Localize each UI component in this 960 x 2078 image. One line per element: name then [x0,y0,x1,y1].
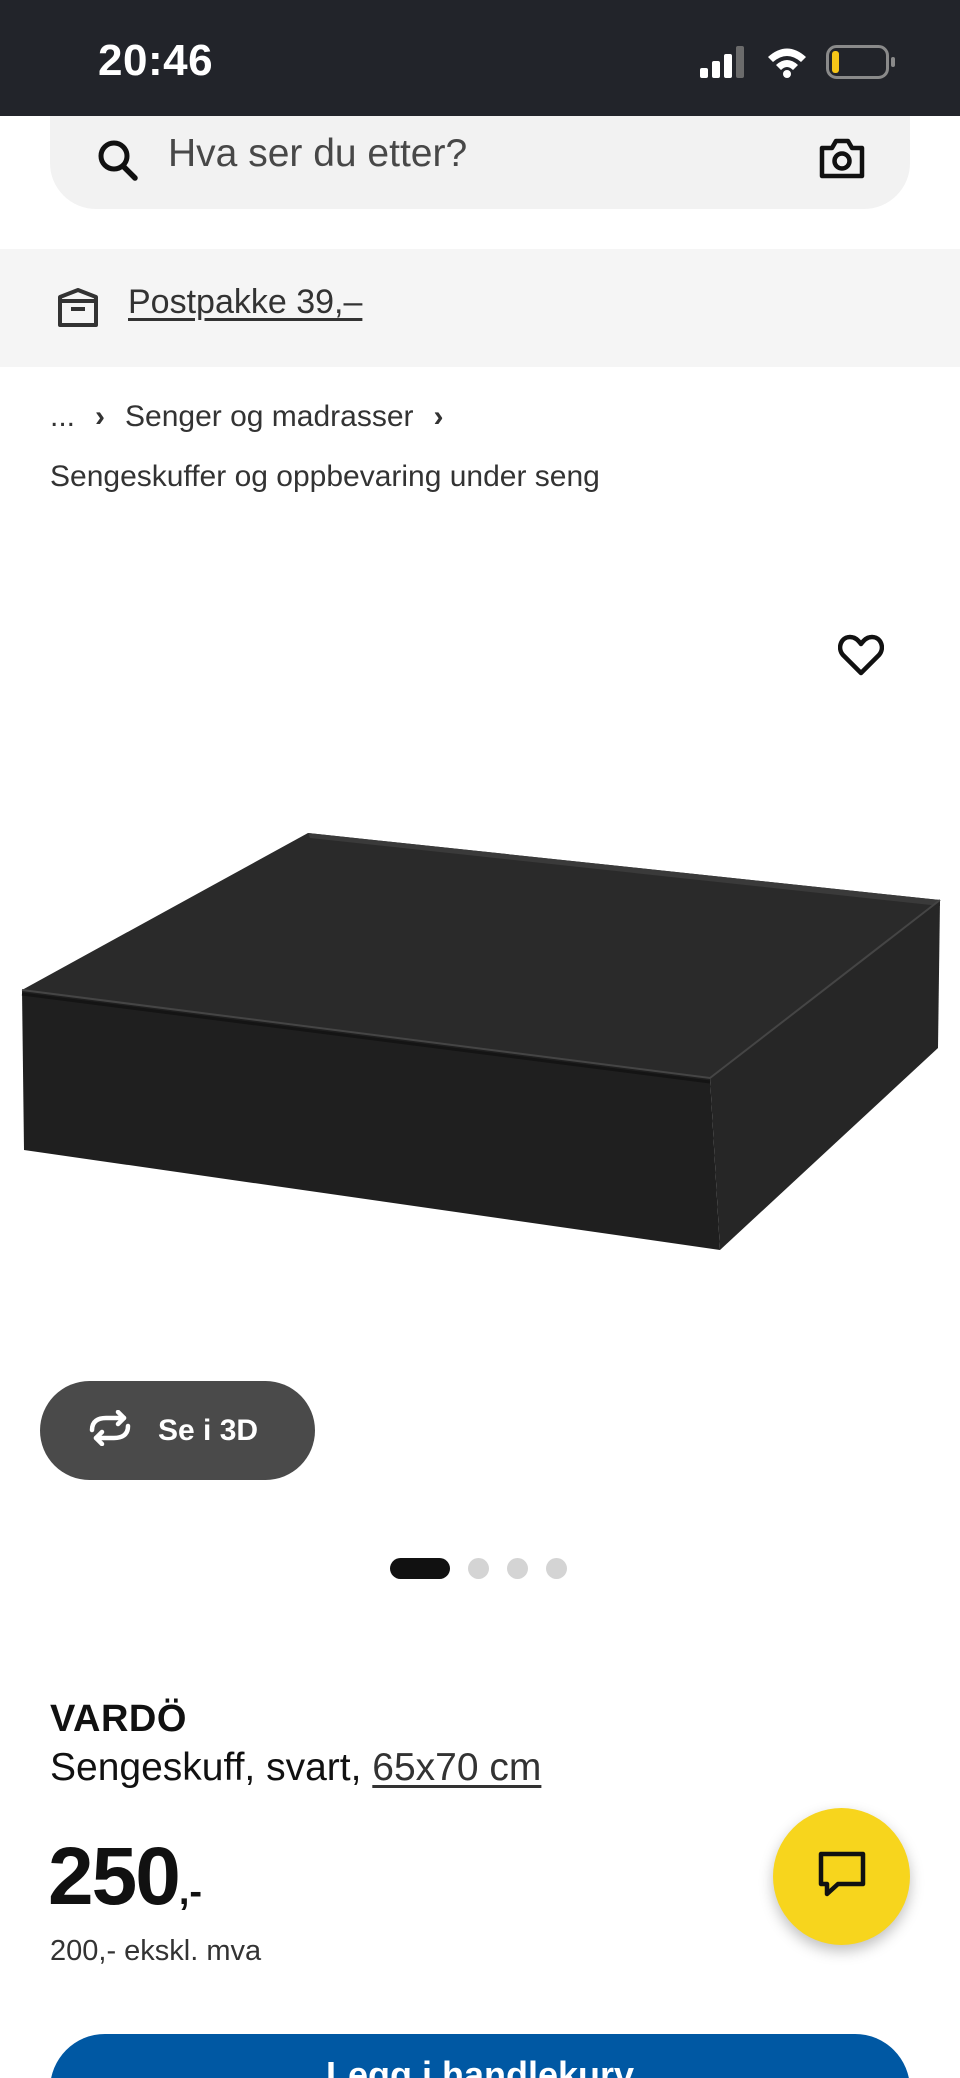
view-3d-button[interactable]: Se i 3D [40,1381,315,1480]
breadcrumb-ellipsis[interactable]: ... [50,400,75,434]
chat-button[interactable] [773,1808,910,1945]
gallery-dot[interactable] [468,1558,489,1579]
add-to-cart-label: Legg i handlekurv [325,2054,635,2078]
breadcrumb-chevron-icon: › [433,400,444,433]
wifi-icon [766,46,808,83]
breadcrumb: ... › Senger og madrasser › [50,400,464,434]
gallery-dot[interactable] [546,1558,567,1579]
search-icon[interactable] [96,130,140,195]
signal-icon [700,45,748,83]
gallery-dot-active[interactable] [390,1558,450,1579]
product-image[interactable] [0,820,960,1260]
product-type: Sengeskuff, svart, [50,1746,362,1789]
favorite-heart-icon[interactable] [837,634,885,681]
status-icons [700,44,896,84]
breadcrumb-item-beds[interactable]: Senger og madrasser [125,400,414,434]
chat-bubble-icon [816,1849,868,1904]
gallery-dot[interactable] [507,1558,528,1579]
product-size-link[interactable]: 65x70 cm [372,1746,541,1789]
search-input[interactable]: Hva ser du etter? [168,132,467,176]
shipping-promo-link[interactable]: Postpakke 39,– [128,283,362,322]
status-bar: 20:46 [0,0,960,116]
breadcrumb-item-current[interactable]: Sengeskuffer og oppbevaring under seng [50,460,600,494]
product-price: 250 ,- [48,1830,202,1924]
package-icon [56,287,100,334]
camera-icon[interactable] [818,128,866,193]
rotate-3d-icon [84,1409,136,1451]
search-bar[interactable]: Hva ser du etter? [50,116,910,209]
gallery-pagination [390,1558,567,1579]
product-brand: VARDÖ [50,1698,187,1740]
add-to-cart-button[interactable]: Legg i handlekurv [50,2034,910,2078]
breadcrumb-chevron-icon: › [95,400,106,433]
battery-icon [826,44,896,84]
price-amount: 250 [48,1831,181,1922]
status-time: 20:46 [98,36,214,85]
product-description: Sengeskuff, svart, 65x70 cm [50,1746,541,1790]
price-suffix: ,- [178,1871,203,1913]
shipping-promo-banner[interactable]: Postpakke 39,– [0,249,960,367]
price-excluding-vat: 200,- ekskl. mva [50,1935,262,1967]
view-3d-label: Se i 3D [158,1413,259,1447]
